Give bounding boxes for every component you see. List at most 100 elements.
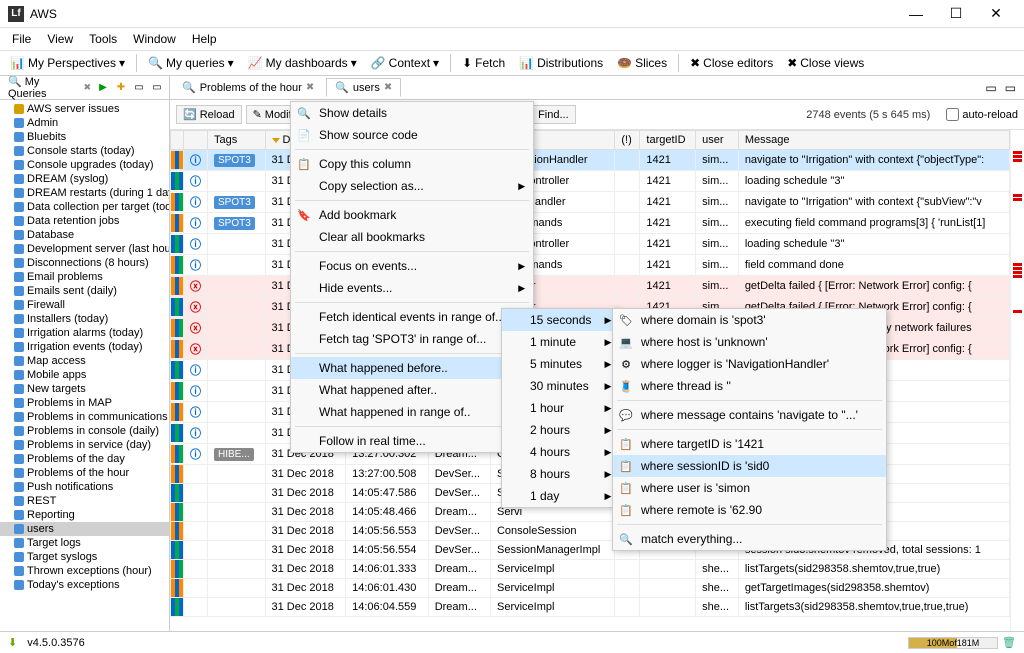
menu-item[interactable]: 📋Copy this column	[291, 153, 533, 175]
query-item[interactable]: Problems in MAP	[0, 396, 169, 410]
menu-item[interactable]: 8 hours▶	[502, 463, 619, 485]
menu-item[interactable]: 15 seconds▶	[502, 309, 619, 331]
query-item[interactable]: Push notifications	[0, 480, 169, 494]
menu-item[interactable]: Fetch tag 'SPOT3' in range of...▶	[291, 328, 533, 350]
column-header[interactable]: user	[696, 131, 739, 150]
context-dropdown[interactable]: 🔗 Context ▾	[365, 54, 445, 72]
dashboards-dropdown[interactable]: 📈 My dashboards ▾	[242, 54, 363, 72]
menu-item[interactable]: 1 hour▶	[502, 397, 619, 419]
query-item[interactable]: Problems in service (day)	[0, 438, 169, 452]
query-item[interactable]: DREAM (syslog)	[0, 172, 169, 186]
table-row[interactable]: 31 Dec 201814:06:04.559Dream...ServiceIm…	[171, 598, 1010, 617]
menu-item[interactable]: ⚙where logger is 'NavigationHandler'	[613, 353, 886, 375]
menu-item[interactable]: Follow in real time...▶	[291, 430, 533, 452]
menu-item[interactable]: Clear all bookmarks	[291, 226, 533, 248]
menu-item[interactable]: Focus on events...▶	[291, 255, 533, 277]
distributions-button[interactable]: 📊 Distributions	[513, 54, 609, 72]
editor-tab[interactable]: 🔍Problems of the hour✖	[174, 79, 322, 96]
query-item[interactable]: Today's exceptions	[0, 578, 169, 592]
menu-view[interactable]: View	[39, 32, 81, 46]
query-item[interactable]: Target syslogs	[0, 550, 169, 564]
menu-item[interactable]: Fetch identical events in range of...▶	[291, 306, 533, 328]
menu-item[interactable]: 🔍Show details	[291, 102, 533, 124]
menu-item[interactable]: 4 hours▶	[502, 441, 619, 463]
query-item[interactable]: Console upgrades (today)	[0, 158, 169, 172]
query-item[interactable]: users	[0, 522, 169, 536]
column-header[interactable]: targetID	[640, 131, 696, 150]
query-item[interactable]: Emails sent (daily)	[0, 284, 169, 298]
maximize-button[interactable]: ☐	[936, 2, 976, 26]
column-header[interactable]	[184, 131, 208, 150]
menu-item[interactable]: 🔍match everything...	[613, 528, 886, 550]
query-item[interactable]: Problems in communications (8	[0, 410, 169, 424]
menu-item[interactable]: 🔖Add bookmark	[291, 204, 533, 226]
query-item[interactable]: Admin	[0, 116, 169, 130]
query-item[interactable]: Disconnections (8 hours)	[0, 256, 169, 270]
table-row[interactable]: 31 Dec 201814:06:01.430Dream...ServiceIm…	[171, 579, 1010, 598]
menu-item[interactable]: 1 day▶	[502, 485, 619, 507]
menu-item[interactable]: Copy selection as...▶	[291, 175, 533, 197]
trash-icon[interactable]: 🗑	[1002, 636, 1016, 649]
menu-tools[interactable]: Tools	[81, 32, 125, 46]
query-item[interactable]: Data collection per target (today)	[0, 200, 169, 214]
editor-maximize-icon[interactable]: ▭	[1001, 81, 1020, 95]
menu-item[interactable]: 5 minutes▶	[502, 353, 619, 375]
menu-item[interactable]: 30 minutes▶	[502, 375, 619, 397]
minimize-button[interactable]: —	[896, 2, 936, 26]
query-item[interactable]: Problems of the hour	[0, 466, 169, 480]
perspectives-dropdown[interactable]: 📊 My Perspectives ▾	[4, 54, 131, 72]
menu-item[interactable]: 2 hours▶	[502, 419, 619, 441]
query-item[interactable]: Problems in console (daily)	[0, 424, 169, 438]
reload-button[interactable]: 🔄 Reload	[176, 105, 242, 124]
query-item[interactable]: Development server (last hour)	[0, 242, 169, 256]
query-item[interactable]: Map access	[0, 354, 169, 368]
menu-item[interactable]: Hide events...▶	[291, 277, 533, 299]
column-header[interactable]: (!)	[615, 131, 640, 150]
query-item[interactable]: Firewall	[0, 298, 169, 312]
table-row[interactable]: 31 Dec 201814:06:01.333Dream...ServiceIm…	[171, 560, 1010, 579]
query-item[interactable]: Problems of the day	[0, 452, 169, 466]
tab-close-icon[interactable]: ✖	[384, 82, 392, 93]
query-item[interactable]: Data retention jobs	[0, 214, 169, 228]
menu-item[interactable]: What happened after..▶	[291, 379, 533, 401]
editor-minimize-icon[interactable]: ▭	[981, 81, 1000, 95]
query-item[interactable]: Console starts (today)	[0, 144, 169, 158]
query-item[interactable]: Irrigation events (today)	[0, 340, 169, 354]
menu-item[interactable]: 🏷where domain is 'spot3'	[613, 309, 886, 331]
fetch-button[interactable]: ⬇ Fetch	[456, 54, 511, 72]
query-item[interactable]: REST	[0, 494, 169, 508]
menu-file[interactable]: File	[4, 32, 39, 46]
menu-help[interactable]: Help	[184, 32, 225, 46]
menu-item[interactable]: What happened in range of..▶	[291, 401, 533, 423]
overview-ruler[interactable]	[1010, 130, 1024, 631]
column-header[interactable]: Tags	[208, 131, 266, 150]
query-item[interactable]: Installers (today)	[0, 312, 169, 326]
tab-close-icon[interactable]: ✖	[306, 82, 314, 93]
query-item[interactable]: Email problems	[0, 270, 169, 284]
expand-button[interactable]: ▭	[131, 80, 147, 96]
menu-item[interactable]: 📋where sessionID is 'sid0	[613, 455, 886, 477]
query-item[interactable]: Bluebits	[0, 130, 169, 144]
menu-item[interactable]: 📋where user is 'simon	[613, 477, 886, 499]
query-item[interactable]: Target logs	[0, 536, 169, 550]
close-views-button[interactable]: ✖ Close views	[781, 54, 870, 72]
minimize-pane-button[interactable]: ▭	[149, 80, 165, 96]
menu-window[interactable]: Window	[125, 32, 184, 46]
slices-button[interactable]: 🍩 Slices	[611, 54, 673, 72]
query-item[interactable]: Reporting	[0, 508, 169, 522]
query-item[interactable]: Database	[0, 228, 169, 242]
queries-dropdown[interactable]: 🔍 My queries ▾	[142, 54, 240, 72]
column-header[interactable]: Message	[738, 131, 1009, 150]
editor-tab[interactable]: 🔍users✖	[326, 78, 401, 97]
menu-item[interactable]: 📋where targetID is '1421	[613, 433, 886, 455]
sidebar-tab-close-icon[interactable]: ✖	[83, 82, 91, 93]
menu-item[interactable]: 1 minute▶	[502, 331, 619, 353]
menu-item[interactable]: 📄Show source code	[291, 124, 533, 146]
query-item[interactable]: DREAM restarts (during 1 day)	[0, 186, 169, 200]
query-item[interactable]: Thrown exceptions (hour)	[0, 564, 169, 578]
menu-item[interactable]: What happened before..▶	[291, 357, 533, 379]
query-item[interactable]: New targets	[0, 382, 169, 396]
menu-item[interactable]: 💬where message contains 'navigate to "..…	[613, 404, 886, 426]
close-editors-button[interactable]: ✖ Close editors	[684, 54, 779, 72]
close-button[interactable]: ✕	[976, 2, 1016, 26]
